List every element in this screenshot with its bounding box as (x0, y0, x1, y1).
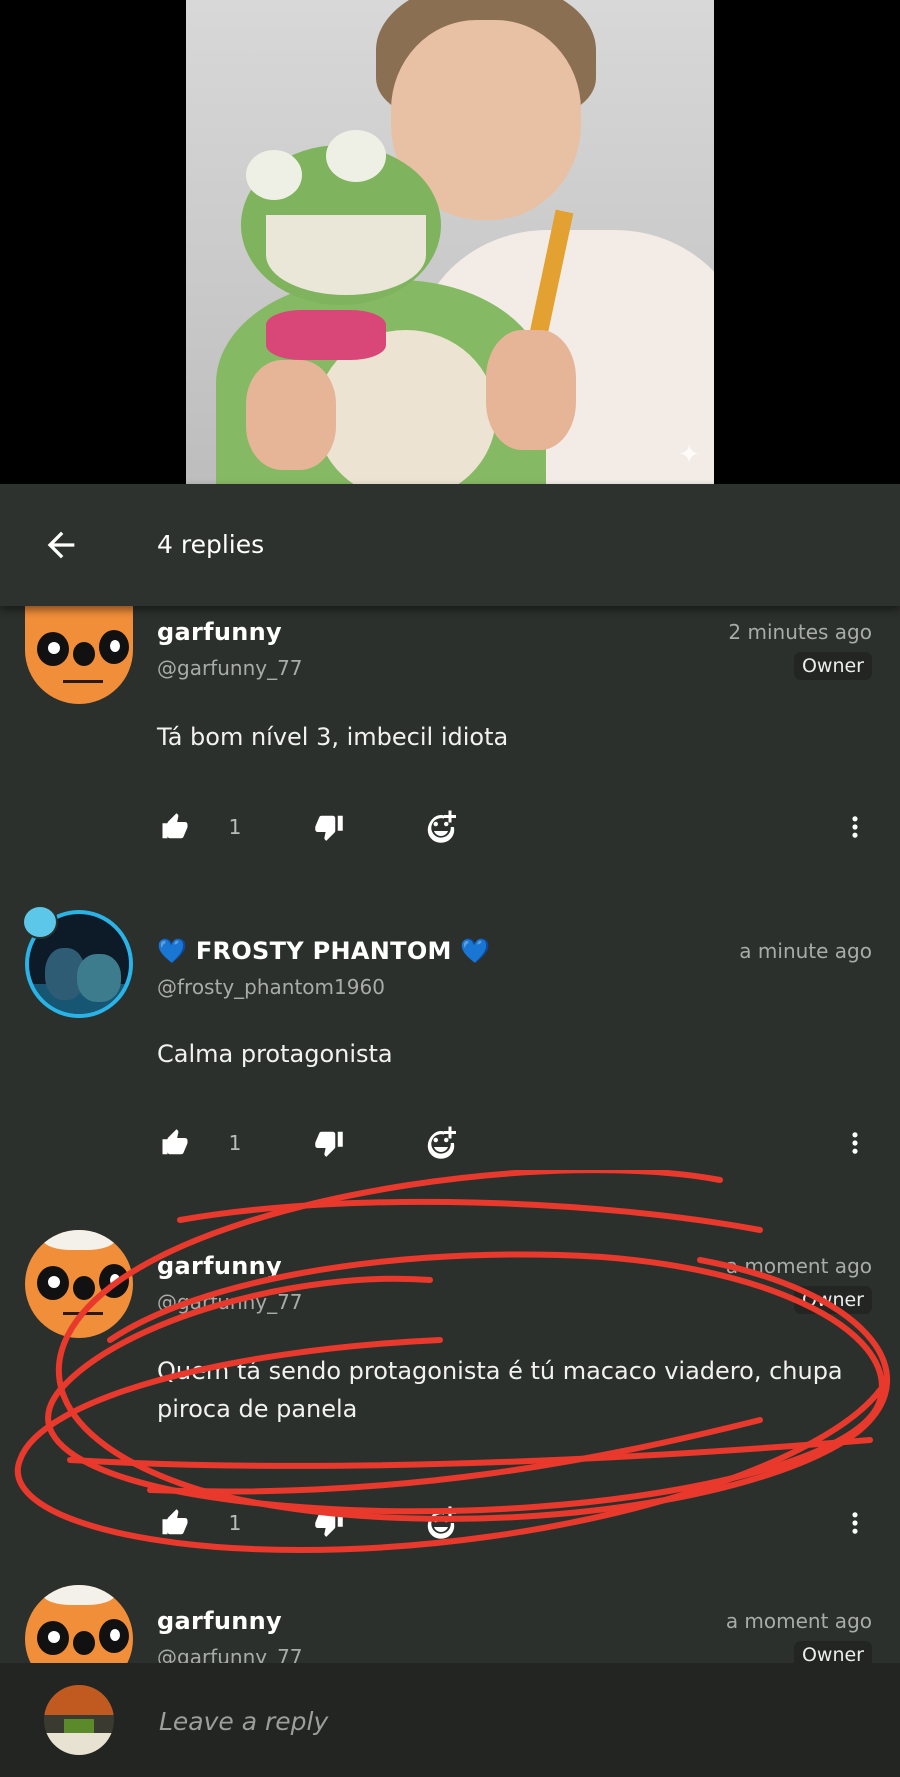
more-options-button[interactable] (840, 1498, 870, 1548)
action-row: 1 (0, 802, 900, 852)
add-reaction-icon (427, 810, 456, 843)
replies-header: 4 replies (0, 484, 900, 606)
like-button[interactable] (158, 1118, 192, 1168)
more-options-button[interactable] (840, 802, 870, 852)
comment-text: Calma protagonista (157, 1040, 393, 1068)
more-vertical-icon (852, 1132, 858, 1154)
add-reaction-button[interactable] (421, 802, 461, 852)
like-count: 1 (228, 815, 242, 839)
owner-badge: Owner (793, 652, 872, 680)
thumbs-up-icon (162, 1129, 188, 1155)
add-reaction-button[interactable] (421, 1118, 461, 1168)
arrow-left-icon (47, 531, 75, 559)
like-count: 1 (228, 1511, 242, 1535)
username[interactable]: garfunny (157, 618, 282, 646)
thumbs-up-icon (162, 813, 188, 839)
like-count: 1 (228, 1131, 242, 1155)
thumbs-up-icon (162, 1509, 188, 1535)
add-reaction-icon (427, 1126, 456, 1159)
comment-text: Tá bom nível 3, imbecil idiota (157, 723, 509, 751)
more-options-button[interactable] (840, 1118, 870, 1168)
thumbs-down-icon (315, 1511, 343, 1537)
dislike-button[interactable] (312, 1118, 346, 1168)
reply-bar (0, 1663, 900, 1777)
back-button[interactable] (30, 514, 92, 576)
avatar[interactable] (25, 606, 133, 704)
action-row: 1 (0, 1498, 900, 1548)
more-vertical-icon (852, 1512, 858, 1534)
username[interactable]: 💙 FROSTY PHANTOM 💙 (157, 937, 491, 965)
media-area: ✦ (0, 0, 900, 484)
user-handle: @frosty_phantom1960 (157, 975, 385, 999)
page-title: 4 replies (157, 530, 265, 559)
user-handle: @garfunny_77 (157, 656, 303, 680)
like-button[interactable] (158, 802, 192, 852)
add-reaction-icon (427, 1506, 456, 1539)
avatar[interactable] (25, 1230, 133, 1338)
username[interactable]: garfunny (157, 1607, 282, 1635)
thumbs-down-icon (315, 1131, 343, 1157)
owner-badge: Owner (793, 1286, 872, 1314)
timestamp: a minute ago (739, 939, 872, 963)
timestamp: 2 minutes ago (728, 620, 872, 644)
thumbs-down-icon (315, 815, 343, 841)
dislike-button[interactable] (312, 1498, 346, 1548)
add-reaction-button[interactable] (421, 1498, 461, 1548)
comment-text: Quem tá sendo protagonista é tú macaco v… (157, 1357, 843, 1423)
reply-input[interactable] (157, 1695, 861, 1747)
post-image[interactable]: ✦ (186, 0, 714, 484)
user-handle: @garfunny_77 (157, 1290, 303, 1314)
action-row: 1 (0, 1118, 900, 1168)
status-badge (22, 905, 58, 939)
more-vertical-icon (852, 816, 858, 838)
sparkle-icon: ✦ (678, 440, 700, 470)
username[interactable]: garfunny (157, 1252, 282, 1280)
dislike-button[interactable] (312, 802, 346, 852)
timestamp: a moment ago (725, 1609, 872, 1633)
timestamp: a moment ago (725, 1254, 872, 1278)
like-button[interactable] (158, 1498, 192, 1548)
my-avatar[interactable] (44, 1685, 114, 1755)
